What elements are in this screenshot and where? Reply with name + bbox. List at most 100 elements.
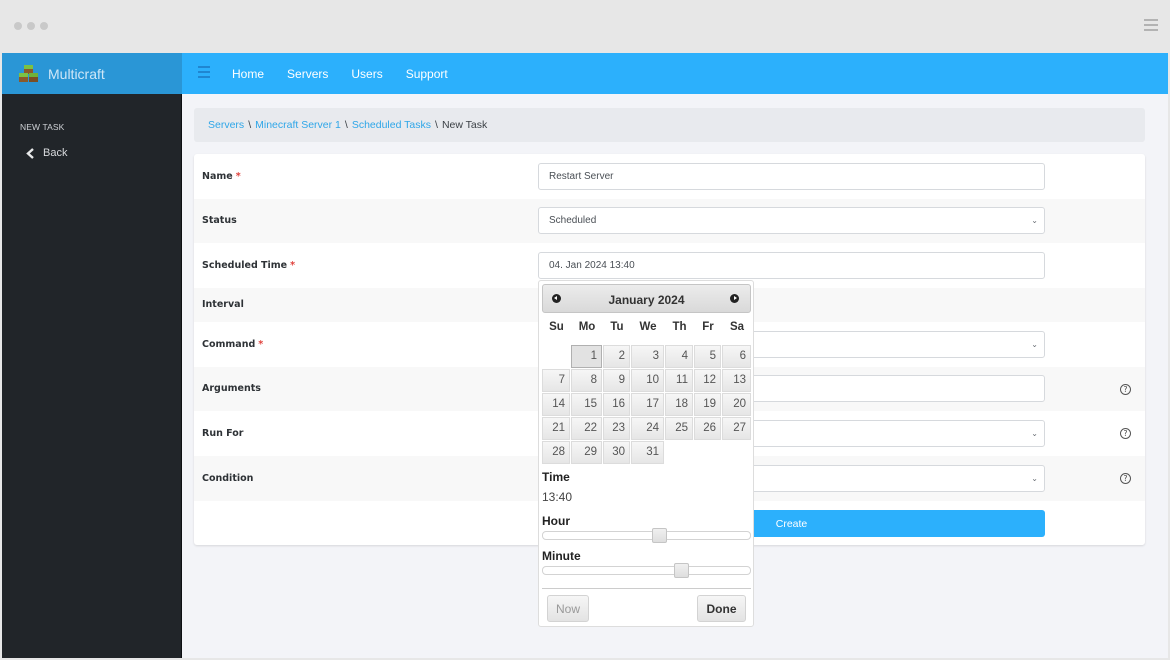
calendar-day[interactable]: 10	[631, 369, 664, 392]
calendar-day[interactable]: 7	[542, 369, 570, 392]
run-for-label: Run For	[202, 428, 244, 439]
calendar-day[interactable]: 28	[542, 441, 570, 464]
calendar-day[interactable]: 13	[722, 369, 751, 392]
breadcrumb-separator: \	[344, 119, 348, 131]
chevron-down-icon: ⌄	[1031, 474, 1038, 483]
minute-slider[interactable]	[542, 563, 751, 578]
nav-link-support[interactable]: Support	[406, 67, 448, 81]
window-menu-icon[interactable]	[1144, 19, 1158, 34]
calendar-day[interactable]: 12	[694, 369, 721, 392]
brand[interactable]: Multicraft	[2, 53, 182, 94]
calendar-day[interactable]: 26	[694, 417, 721, 440]
condition-label: Condition	[202, 473, 254, 484]
help-icon[interactable]: ?	[1120, 428, 1131, 439]
nav-link-home[interactable]: Home	[232, 67, 264, 81]
time-label: Time	[542, 470, 570, 484]
datepicker-month-title: January 2024	[608, 293, 685, 307]
help-icon[interactable]: ?	[1120, 473, 1131, 484]
sidebar: NEW TASK Back	[2, 94, 182, 658]
status-select[interactable]: Scheduled ⌄	[538, 207, 1045, 234]
hour-label: Hour	[542, 514, 570, 528]
back-label: Back	[43, 147, 68, 159]
circle-arrow-right-icon[interactable]	[730, 294, 739, 303]
nav-link-users[interactable]: Users	[351, 67, 382, 81]
top-navbar: Home Servers Users Support	[182, 53, 1168, 94]
weekday-label: Mo	[578, 321, 596, 333]
hour-slider-handle[interactable]	[652, 528, 667, 543]
arguments-label: Arguments	[202, 383, 261, 394]
interval-label: Interval	[202, 299, 244, 310]
breadcrumb-separator: \	[435, 119, 438, 131]
chevron-down-icon: ⌄	[1031, 216, 1038, 225]
calendar-day[interactable]: 4	[665, 345, 693, 368]
breadcrumb-scheduled-tasks[interactable]: Scheduled Tasks	[352, 119, 431, 131]
calendar-day[interactable]: 21	[542, 417, 570, 440]
now-button[interactable]: Now	[547, 595, 589, 622]
calendar-day[interactable]: 5	[694, 345, 721, 368]
calendar-day[interactable]: 19	[694, 393, 721, 416]
hour-slider[interactable]	[542, 528, 751, 543]
time-value: 13:40	[542, 490, 573, 504]
calendar-day[interactable]: 20	[722, 393, 751, 416]
calendar-day[interactable]: 9	[603, 369, 630, 392]
calendar-day[interactable]: 24	[631, 417, 664, 440]
breadcrumb-server[interactable]: Minecraft Server 1	[255, 119, 341, 131]
status-label: Status	[202, 215, 237, 226]
weekday-label: Su	[549, 321, 564, 333]
calendar-day[interactable]: 14	[542, 393, 570, 416]
name-input[interactable]: Restart Server	[538, 163, 1045, 190]
help-icon[interactable]: ?	[1120, 384, 1131, 395]
scheduled-time-label: Scheduled Time *	[202, 260, 296, 271]
window-titlebar	[0, 0, 1170, 52]
minute-slider-handle[interactable]	[674, 563, 689, 578]
breadcrumb-current: New Task	[441, 119, 488, 131]
nav-link-servers[interactable]: Servers	[287, 67, 328, 81]
window-minimize-dot[interactable]	[27, 22, 35, 30]
datetime-picker: January 2024 Su Mo Tu We Th Fr Sa 1 2 3 4 5 6 7 8 9 10 1…	[538, 280, 754, 627]
calendar-day[interactable]: 16	[603, 393, 630, 416]
breadcrumb-servers[interactable]: Servers	[208, 119, 244, 131]
calendar-day[interactable]: 18	[665, 393, 693, 416]
weekday-label: Sa	[729, 321, 745, 333]
weekday-label: Fr	[702, 321, 714, 333]
form-row-name: Name * Restart Server	[194, 154, 1145, 199]
sidebar-back-link[interactable]: Back	[26, 147, 67, 159]
calendar-day[interactable]: 17	[631, 393, 664, 416]
command-label: Command *	[202, 339, 264, 350]
datepicker-header: January 2024	[542, 284, 751, 313]
window-maximize-dot[interactable]	[40, 22, 48, 30]
calendar-day[interactable]: 25	[665, 417, 693, 440]
calendar-day[interactable]: 2	[603, 345, 630, 368]
done-button[interactable]: Done	[697, 595, 746, 622]
chevron-down-icon: ⌄	[1031, 340, 1038, 349]
chevron-down-icon: ⌄	[1031, 429, 1038, 438]
calendar-day[interactable]: 11	[665, 369, 693, 392]
weekday-label: Th	[672, 321, 687, 333]
nav-toggle-icon[interactable]	[198, 66, 210, 81]
calendar-day[interactable]: 31	[631, 441, 664, 464]
calendar-day[interactable]: 15	[571, 393, 602, 416]
name-label: Name *	[202, 171, 241, 182]
calendar-day[interactable]: 3	[631, 345, 664, 368]
calendar-day[interactable]: 23	[603, 417, 630, 440]
calendar-day[interactable]: 22	[571, 417, 602, 440]
scheduled-time-input[interactable]: 04. Jan 2024 13:40	[538, 252, 1045, 279]
form-row-status: Status Scheduled ⌄	[194, 199, 1145, 243]
breadcrumb-separator: \	[248, 119, 252, 131]
calendar-day[interactable]: 6	[722, 345, 751, 368]
window-controls	[14, 22, 48, 30]
browser-window: Multicraft Home Servers Users Support NE…	[0, 0, 1170, 660]
weekday-label: Tu	[610, 321, 624, 333]
calendar-day[interactable]: 30	[603, 441, 630, 464]
calendar-empty-cell	[542, 345, 570, 368]
calendar-day[interactable]: 29	[571, 441, 602, 464]
weekday-label: We	[639, 321, 657, 333]
window-close-dot[interactable]	[14, 22, 22, 30]
datepicker-divider	[542, 588, 751, 589]
grass-blocks-icon	[19, 64, 38, 82]
brand-name: Multicraft	[48, 65, 105, 82]
calendar-day[interactable]: 27	[722, 417, 751, 440]
breadcrumb: Servers \ Minecraft Server 1 \ Scheduled…	[194, 108, 1145, 142]
calendar-day[interactable]: 1	[571, 345, 602, 368]
calendar-day[interactable]: 8	[571, 369, 602, 392]
